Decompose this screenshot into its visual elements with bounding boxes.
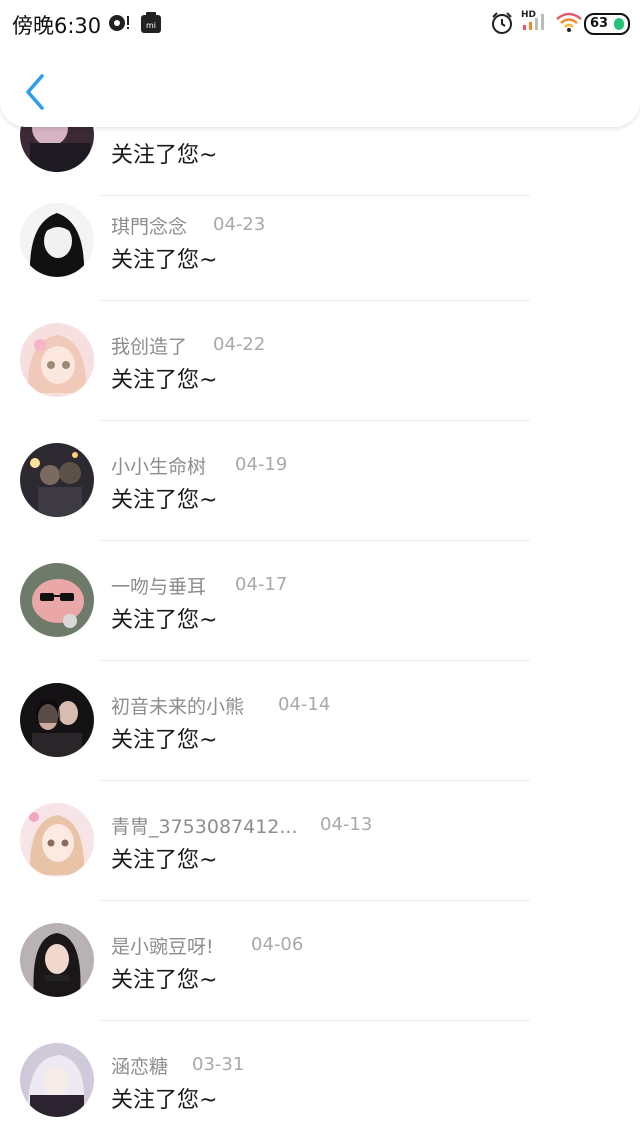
avatar[interactable]: [20, 803, 94, 877]
user-name[interactable]: 一吻与垂耳: [111, 572, 206, 599]
user-name[interactable]: 小小生命树: [111, 452, 206, 479]
date-label: 04-22: [213, 334, 266, 355]
status-bar: 傍晚6:30 mi HD 63: [0, 0, 640, 46]
notification-text: 关注了您~: [111, 248, 218, 273]
notification-text: 关注了您~: [111, 968, 218, 993]
date-label: 04-06: [251, 934, 304, 955]
date-label: 04-14: [278, 694, 331, 715]
avatar[interactable]: [20, 443, 94, 517]
avatar[interactable]: [20, 323, 94, 397]
notification-text: 关注了您~: [111, 848, 218, 873]
notification-text: 关注了您~: [111, 608, 218, 633]
avatar[interactable]: [20, 203, 94, 277]
alarm-icon: [490, 11, 514, 39]
notification-text: 关注了您~: [111, 1088, 218, 1113]
user-name[interactable]: 琪門念念: [111, 212, 187, 239]
list-item[interactable]: 青冑_3753087412... 04-13 关注了您~: [0, 781, 640, 901]
user-name[interactable]: 涵恋糖: [111, 1052, 168, 1079]
user-name[interactable]: 是小豌豆呀!: [111, 932, 214, 959]
user-name[interactable]: 我创造了: [111, 332, 187, 359]
top-nav-bar: [0, 46, 640, 127]
status-time: 傍晚6:30: [12, 14, 102, 38]
user-name[interactable]: 初音未来的小熊: [111, 692, 244, 719]
notification-text: 关注了您~: [111, 728, 218, 753]
notification-text: 关注了您~: [111, 488, 218, 513]
date-label: 03-31: [192, 1054, 245, 1075]
list-item[interactable]: 是小豌豆呀! 04-06 关注了您~: [0, 901, 640, 1021]
signal-icon: HD: [520, 8, 548, 36]
list-item[interactable]: 初音未来的小熊 04-14 关注了您~: [0, 661, 640, 781]
list-item[interactable]: 涵恋糖 03-31 关注了您~: [0, 1021, 640, 1141]
mi-app-icon: mi: [140, 12, 162, 38]
avatar[interactable]: [20, 563, 94, 637]
svg-text:HD: HD: [521, 10, 536, 20]
avatar[interactable]: [20, 923, 94, 997]
date-label: 04-19: [235, 454, 288, 475]
battery-level: 63: [590, 16, 609, 31]
media-icon: [108, 14, 132, 36]
list-item[interactable]: 我创造了 04-22 关注了您~: [0, 301, 640, 421]
list-item[interactable]: 一吻与垂耳 04-17 关注了您~: [0, 541, 640, 661]
notification-text: 关注了您~: [111, 368, 218, 393]
wifi-icon: [556, 12, 582, 36]
avatar[interactable]: [20, 1043, 94, 1117]
date-label: 04-17: [235, 574, 288, 595]
chevron-left-icon: [26, 74, 44, 110]
avatar[interactable]: [20, 683, 94, 757]
list-item[interactable]: 琪門念念 04-23 关注了您~: [0, 181, 640, 301]
battery-icon: 63: [584, 13, 630, 35]
date-label: 04-23: [213, 214, 266, 235]
svg-text:mi: mi: [146, 21, 156, 30]
date-label: 04-13: [320, 814, 373, 835]
user-name[interactable]: 青冑_3753087412...: [111, 812, 298, 839]
list-item[interactable]: 小小生命树 04-19 关注了您~: [0, 421, 640, 541]
back-button[interactable]: [18, 72, 52, 112]
notification-text: 关注了您~: [111, 143, 218, 168]
